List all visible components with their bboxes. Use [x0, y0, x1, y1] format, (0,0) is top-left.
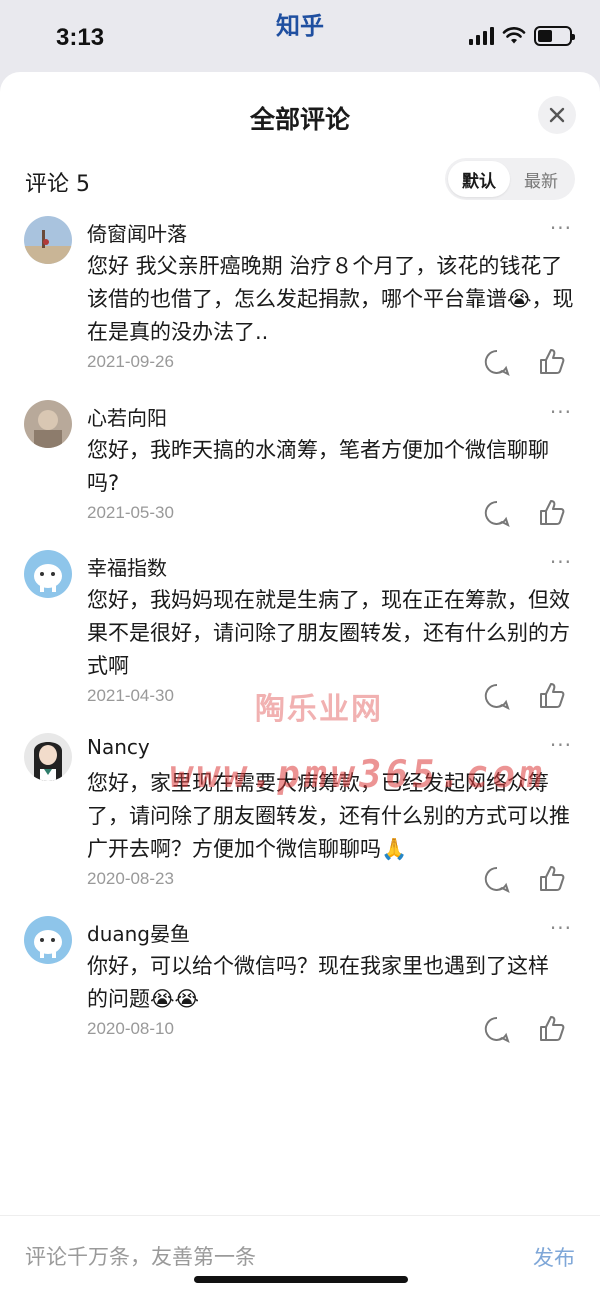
comment-input[interactable]: 评论千万条，友善第一条 — [25, 1241, 256, 1271]
more-options-icon[interactable]: ··· — [550, 400, 572, 424]
sort-latest-button[interactable]: 最新 — [510, 161, 572, 197]
comment-date: 2020-08-10 — [87, 1019, 174, 1038]
comment-text: 你好，可以给个微信吗？现在我家里也遇到了这样的问题😭😭 — [87, 954, 549, 1011]
more-options-icon[interactable]: ··· — [550, 916, 572, 940]
comment-text: 您好，我昨天搞的水滴筹，笔者方便加个微信聊聊吗? — [87, 438, 549, 495]
more-options-icon[interactable]: ··· — [550, 216, 572, 240]
like-icon[interactable] — [537, 864, 567, 894]
status-icons — [469, 26, 575, 46]
comment-author[interactable]: Nancy — [87, 735, 150, 759]
comment-date: 2021-04-30 — [87, 686, 174, 705]
close-icon — [549, 107, 565, 123]
comment-count: 评论 5 — [25, 172, 90, 197]
like-icon[interactable] — [537, 498, 567, 528]
cellular-signal-icon — [469, 27, 494, 45]
more-options-icon[interactable]: ··· — [550, 733, 572, 757]
comment-text: 您好 我父亲肝癌晚期 治疗８个月了，该花的钱花了该借的也借了，怎么发起捐款，哪个… — [87, 254, 574, 344]
sort-toggle: 默认 最新 — [445, 158, 575, 200]
watermark-url: www.pmw365.com — [166, 752, 550, 796]
like-icon[interactable] — [537, 1014, 567, 1044]
comments-sheet: 全部评论 评论 5 默认 最新 倚窗闻叶落 ··· 您好 我父亲肝癌晚期 治疗８… — [0, 72, 600, 1298]
avatar[interactable] — [24, 733, 72, 781]
comment-date: 2021-09-26 — [87, 352, 174, 371]
home-indicator[interactable] — [194, 1276, 408, 1283]
reply-icon[interactable] — [482, 1014, 512, 1044]
battery-icon — [534, 26, 575, 46]
comment-author[interactable]: duang晏鱼 — [87, 918, 190, 947]
battery-level — [538, 30, 552, 42]
avatar[interactable] — [24, 916, 72, 964]
comment-author[interactable]: 倚窗闻叶落 — [87, 218, 187, 247]
wifi-icon — [502, 27, 526, 44]
reply-icon[interactable] — [482, 347, 512, 377]
reply-icon[interactable] — [482, 681, 512, 711]
comment-author[interactable]: 心若向阳 — [87, 402, 167, 431]
sheet-title: 全部评论 — [249, 105, 350, 134]
comment-date: 2021-05-30 — [87, 503, 174, 522]
sort-default-button[interactable]: 默认 — [448, 161, 510, 197]
reply-icon[interactable] — [482, 864, 512, 894]
status-bar: 3:13 知乎 — [0, 0, 600, 72]
avatar[interactable] — [24, 216, 72, 264]
comment-author[interactable]: 幸福指数 — [87, 552, 167, 581]
comment-text: 您好，我妈妈现在就是生病了，现在正在筹款，但效果不是很好，请问除了朋友圈转发，还… — [87, 588, 570, 678]
comment-date: 2020-08-23 — [87, 869, 174, 888]
reply-icon[interactable] — [482, 498, 512, 528]
comment-input-bar: 评论千万条，友善第一条 发布 — [0, 1215, 600, 1298]
like-icon[interactable] — [537, 681, 567, 711]
close-button[interactable] — [538, 96, 576, 134]
like-icon[interactable] — [537, 347, 567, 377]
publish-button[interactable]: 发布 — [533, 1242, 575, 1272]
watermark-text-cn: 陶乐业网 — [255, 692, 383, 727]
comment-count-row: 评论 5 默认 最新 — [0, 158, 600, 206]
avatar[interactable] — [24, 550, 72, 598]
avatar[interactable] — [24, 400, 72, 448]
more-options-icon[interactable]: ··· — [550, 550, 572, 574]
sheet-header: 全部评论 — [0, 72, 600, 158]
